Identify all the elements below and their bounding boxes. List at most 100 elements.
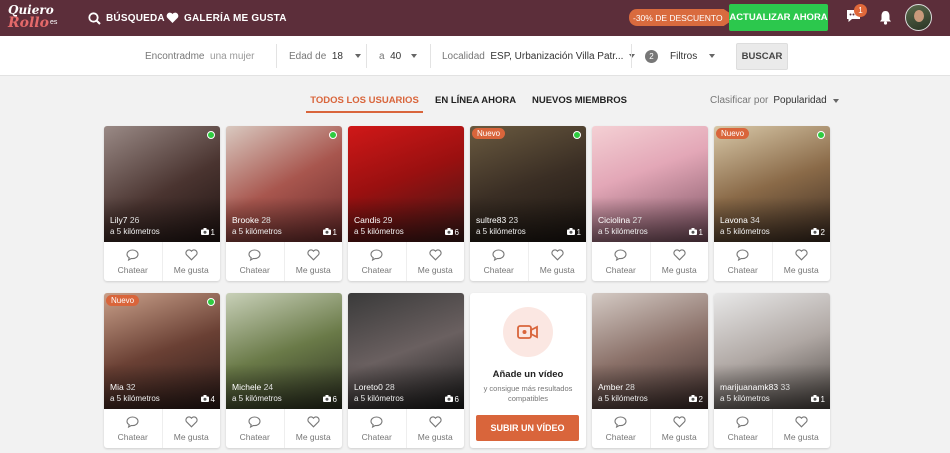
chat-button[interactable]: Chatear [104, 242, 163, 281]
like-label: Me gusta [539, 264, 575, 275]
profile-name: sultre83 [476, 215, 507, 225]
upgrade-button[interactable]: ACTUALIZAR AHORA [729, 4, 828, 31]
profile-card[interactable]: Loreto0 28 a 5 kilómetros 6 Chatear Me g… [348, 293, 464, 448]
profile-card[interactable]: Brooke 28 a 5 kilómetros 1 Chatear Me gu… [226, 126, 342, 281]
bell-icon[interactable] [879, 10, 892, 25]
like-button[interactable]: Me gusta [407, 242, 465, 281]
camera-icon [566, 228, 577, 237]
profile-age: 26 [129, 215, 140, 225]
like-button[interactable]: Me gusta [285, 242, 343, 281]
photo-count: 2 [688, 395, 703, 404]
heart-outline-icon [673, 248, 686, 265]
online-status-dot [207, 131, 215, 139]
online-status-dot [329, 131, 337, 139]
profile-info: sultre83 23 a 5 kilómetros [476, 214, 526, 238]
chat-button[interactable]: Chatear [714, 242, 773, 281]
search-icon [88, 11, 101, 25]
chat-label: Chatear [727, 431, 758, 442]
profile-distance: a 5 kilómetros [354, 227, 404, 236]
site-logo[interactable]: Quiero Rollo es [6, 3, 64, 33]
chat-button[interactable]: Chatear [470, 242, 529, 281]
photo-count: 6 [322, 395, 337, 404]
camera-icon [444, 228, 455, 237]
chat-button[interactable]: Chatear [592, 409, 651, 448]
filters-dropdown[interactable]: 2 Filtros [645, 36, 716, 76]
photo-count: 1 [688, 228, 703, 237]
heart-outline-icon [429, 248, 442, 265]
chat-button[interactable]: Chatear [226, 409, 285, 448]
like-button[interactable]: Me gusta [163, 242, 221, 281]
age-to-value: 40 [390, 50, 402, 62]
heart-outline-icon [429, 415, 442, 432]
profile-distance: a 5 kilómetros [110, 227, 160, 236]
divider [631, 44, 632, 68]
chat-bubble-icon [248, 248, 261, 265]
profile-distance: a 5 kilómetros [232, 227, 282, 236]
profile-card[interactable]: marijuanamk83 33 a 5 kilómetros 1 Chatea… [714, 293, 830, 448]
profile-info: marijuanamk83 33 a 5 kilómetros [720, 381, 790, 405]
divider [276, 44, 277, 68]
nav-search-label: BÚSQUEDA [106, 12, 165, 24]
profile-card[interactable]: Candis 29 a 5 kilómetros 6 Chatear Me gu… [348, 126, 464, 281]
like-button[interactable]: Me gusta [651, 409, 709, 448]
profile-info: Brooke 28 a 5 kilómetros [232, 214, 282, 238]
photo-count: 1 [566, 228, 581, 237]
age-from-select[interactable]: Edad de 18 [289, 36, 361, 76]
like-button[interactable]: Me gusta [407, 409, 465, 448]
chevron-down-icon [411, 54, 418, 58]
tab-new-members[interactable]: NUEVOS MIEMBROS [532, 87, 627, 113]
like-button[interactable]: Me gusta [773, 409, 831, 448]
profile-info: Lavona 34 a 5 kilómetros [720, 214, 770, 238]
tab-all-users[interactable]: TODOS LOS USUARIOS [306, 87, 423, 113]
photo-count: 2 [810, 228, 825, 237]
profile-card[interactable]: Michele 24 a 5 kilómetros 6 Chatear Me g… [226, 293, 342, 448]
card-actions: Chatear Me gusta [592, 409, 708, 448]
sort-select[interactable]: Clasificar por Popularidad [710, 95, 839, 106]
photo-count-value: 1 [698, 228, 703, 237]
like-label: Me gusta [173, 264, 209, 275]
chat-button[interactable]: Chatear [592, 242, 651, 281]
profile-card[interactable]: Nuevo Lavona 34 a 5 kilómetros 2 Chatear… [714, 126, 830, 281]
chat-button[interactable]: Chatear [104, 409, 163, 448]
discount-badge[interactable]: -30% DE DESCUENTO [629, 9, 737, 26]
nav-search[interactable]: BÚSQUEDA [88, 0, 165, 36]
age-to-select[interactable]: a 40 [379, 36, 418, 76]
profile-distance: a 5 kilómetros [476, 227, 526, 236]
profile-card[interactable]: Nuevo Mia 32 a 5 kilómetros 4 Chatear Me… [104, 293, 220, 448]
nav-likes-gallery[interactable]: GALERÍA ME GUSTA [166, 0, 287, 36]
profile-card[interactable]: Lily7 26 a 5 kilómetros 1 Chatear Me gus… [104, 126, 220, 281]
tab-online-now[interactable]: EN LÍNEA AHORA [435, 87, 516, 113]
like-button[interactable]: Me gusta [651, 242, 709, 281]
chat-button[interactable]: Chatear [348, 409, 407, 448]
photo-count-value: 2 [820, 228, 825, 237]
chat-button[interactable]: Chatear [714, 409, 773, 448]
upload-video-button[interactable]: SUBIR UN VÍDEO [476, 415, 579, 441]
chat-bubble-icon [248, 415, 261, 432]
camera-icon [688, 395, 699, 404]
search-button[interactable]: BUSCAR [736, 43, 788, 70]
photo-count: 4 [200, 395, 215, 404]
location-select[interactable]: Localidad ESP, Urbanización Villa Patr..… [442, 36, 636, 76]
like-button[interactable]: Me gusta [163, 409, 221, 448]
like-button[interactable]: Me gusta [773, 242, 831, 281]
like-button[interactable]: Me gusta [529, 242, 587, 281]
chat-label: Chatear [483, 264, 514, 275]
heart-outline-icon [307, 248, 320, 265]
logo-suffix: es [50, 19, 58, 26]
find-filter[interactable]: Encontradme una mujer [145, 36, 255, 76]
camera-icon [810, 228, 821, 237]
profile-card[interactable]: Ciciolina 27 a 5 kilómetros 1 Chatear Me… [592, 126, 708, 281]
like-button[interactable]: Me gusta [285, 409, 343, 448]
profile-card[interactable]: Amber 28 a 5 kilómetros 2 Chatear Me gus… [592, 293, 708, 448]
chat-button[interactable]: Chatear [226, 242, 285, 281]
chat-bubble-icon [492, 248, 505, 265]
chat-button[interactable]: Chatear [348, 242, 407, 281]
like-label: Me gusta [783, 264, 819, 275]
profile-name: Lavona [720, 215, 748, 225]
card-actions: Chatear Me gusta [714, 409, 830, 448]
chat-bubble-icon [370, 415, 383, 432]
profile-card[interactable]: Nuevo sultre83 23 a 5 kilómetros 1 Chate… [470, 126, 586, 281]
profile-distance: a 5 kilómetros [232, 394, 282, 403]
user-avatar[interactable] [905, 4, 932, 31]
like-label: Me gusta [295, 431, 331, 442]
